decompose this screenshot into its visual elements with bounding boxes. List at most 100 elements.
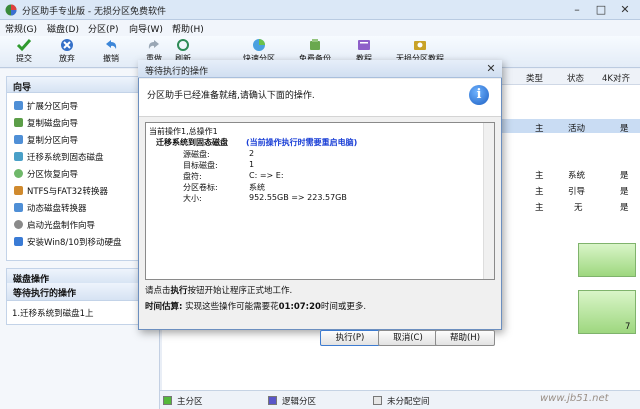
cell-status: 活动	[568, 124, 586, 134]
convert-icon	[14, 186, 23, 195]
wizard-item-label: 分区恢复向导	[27, 170, 79, 180]
commit-label: 提交	[16, 54, 32, 63]
undo-button[interactable]: 撤销	[92, 38, 130, 66]
cell-status: 系统	[568, 171, 586, 181]
wizard-item-label: 扩展分区向导	[27, 102, 79, 112]
dialog-hint: 请点击执行按钮开始让程序正式地工作.	[145, 284, 292, 296]
hint-text: 请点击	[145, 286, 171, 296]
discard-button[interactable]: 放弃	[48, 38, 86, 66]
field-value: 952.55GB => 223.57GB	[249, 193, 347, 202]
field-value: C: => E:	[249, 171, 284, 180]
wizard-item-label: 动态磁盘转换器	[27, 204, 87, 214]
wizard-item-extend-partition[interactable]: 扩展分区向导	[14, 100, 78, 115]
cell-align: 是	[620, 187, 629, 197]
hint-execute: 执行	[170, 286, 188, 296]
menu-partition[interactable]: 分区(P)	[88, 22, 118, 35]
cell-status: 引导	[568, 187, 586, 197]
field-label: 分区卷标:	[183, 183, 218, 192]
wizard-item-label: 安装Win8/10到移动硬盘	[27, 238, 122, 248]
wizard-item-ntfs-fat32[interactable]: NTFS与FAT32转换器	[14, 185, 108, 200]
time-text: 时间或更多.	[320, 302, 367, 312]
operations-scrollbar[interactable]	[483, 123, 494, 279]
cell-type: 主	[535, 171, 544, 181]
time-estimate: 时间估算: 实现这些操作可能需要花01:07:20时间或更多.	[145, 300, 366, 312]
help-button[interactable]: 帮助(H)	[435, 330, 495, 346]
col-type[interactable]: 类型	[526, 72, 543, 84]
time-text: 实现这些操作可能需要花	[185, 302, 279, 312]
commit-icon	[16, 39, 32, 52]
tutorial-icon	[358, 40, 370, 50]
wizard-item-label: 复制磁盘向导	[27, 119, 79, 129]
current-op-text: 当前操作1,总操作1	[149, 127, 218, 136]
dynamic-disk-icon	[14, 203, 23, 212]
minimize-button[interactable]: –	[566, 0, 588, 20]
boot-cd-icon	[14, 220, 23, 229]
commit-button[interactable]: 提交	[5, 38, 43, 66]
wizard-item-label: 复制分区向导	[27, 136, 79, 146]
legend-primary: 主分区	[177, 397, 203, 407]
execute-button[interactable]: 执行(P)	[320, 330, 380, 346]
wizard-item-win-to-go[interactable]: 安装Win8/10到移动硬盘	[14, 236, 122, 251]
extend-icon	[14, 101, 23, 110]
pending-item[interactable]: 1.迁移系统到磁盘1上	[12, 307, 94, 322]
op-restart-note: (当前操作执行时需要重启电脑)	[246, 138, 358, 147]
cancel-button[interactable]: 取消(C)	[378, 330, 438, 346]
field-label: 大小:	[183, 194, 202, 203]
logical-swatch	[268, 396, 277, 405]
menu-disk[interactable]: 磁盘(D)	[47, 22, 79, 35]
wizard-item-label: NTFS与FAT32转换器	[27, 187, 108, 197]
watermark: www.jb51.net	[540, 393, 609, 404]
hint-text: 按钮开始让程序正式地工作.	[187, 286, 293, 296]
disk-number: 7	[625, 322, 631, 332]
copy-disk-icon	[14, 118, 23, 127]
menu-help[interactable]: 帮助(H)	[172, 22, 204, 35]
menu-wizard[interactable]: 向导(W)	[129, 22, 163, 35]
maximize-button[interactable]: □	[590, 0, 612, 20]
backup-icon	[310, 39, 320, 50]
wizard-item-dynamic-disk[interactable]: 动态磁盘转换器	[14, 202, 87, 217]
quick-partition-icon	[253, 39, 265, 51]
field-label: 源磁盘:	[183, 150, 210, 159]
field-value: 2	[249, 149, 255, 158]
discard-label: 放弃	[59, 54, 75, 63]
unallocated-swatch	[373, 396, 382, 405]
col-status[interactable]: 状态	[567, 72, 584, 84]
cell-align: 是	[620, 171, 629, 181]
discard-icon	[61, 39, 73, 51]
recovery-icon	[14, 169, 23, 178]
cell-type: 主	[535, 187, 544, 197]
wizard-item-boot-cd[interactable]: 启动光盘制作向导	[14, 219, 95, 234]
partition-bar[interactable]	[578, 243, 636, 277]
wizard-item-partition-recovery[interactable]: 分区恢复向导	[14, 168, 78, 183]
field-value: 系统	[249, 183, 265, 192]
col-4k-align[interactable]: 4K对齐	[602, 72, 630, 84]
redo-icon	[148, 40, 159, 49]
cell-status: 无	[574, 203, 583, 213]
dialog-message: 分区助手已经准备就绪,请确认下面的操作.	[147, 91, 315, 101]
time-label: 时间估算:	[145, 302, 183, 312]
undo-label: 撤销	[103, 54, 119, 63]
window-title: 分区助手专业版 - 无损分区免费软件	[22, 7, 166, 17]
legend-logical: 逻辑分区	[282, 397, 317, 407]
lossless-tutorial-icon	[414, 41, 426, 50]
refresh-icon	[177, 39, 189, 51]
menu-general[interactable]: 常规(G)	[5, 22, 37, 35]
primary-swatch	[163, 396, 172, 405]
cell-align: 是	[620, 124, 629, 134]
wizard-item-copy-disk[interactable]: 复制磁盘向导	[14, 117, 78, 132]
dialog-close-icon[interactable]: ✕	[484, 62, 498, 76]
copy-partition-icon	[14, 135, 23, 144]
pending-panel-title: 等待执行的操作	[6, 283, 156, 301]
wizard-item-label: 迁移系统到固态磁盘	[27, 153, 104, 163]
info-icon: i	[469, 85, 489, 105]
field-value: 1	[249, 160, 255, 169]
wizard-item-migrate-ssd[interactable]: 迁移系统到固态磁盘	[14, 151, 104, 166]
legend-unallocated: 未分配空间	[387, 397, 430, 407]
cell-type: 主	[535, 124, 544, 134]
close-window-button[interactable]: ✕	[614, 0, 636, 20]
wizard-item-copy-partition[interactable]: 复制分区向导	[14, 134, 78, 149]
field-label: 目标磁盘:	[183, 161, 218, 170]
cell-align: 是	[620, 203, 629, 213]
dialog-title: 等待执行的操作	[145, 67, 209, 77]
wizard-item-label: 启动光盘制作向导	[27, 221, 96, 231]
